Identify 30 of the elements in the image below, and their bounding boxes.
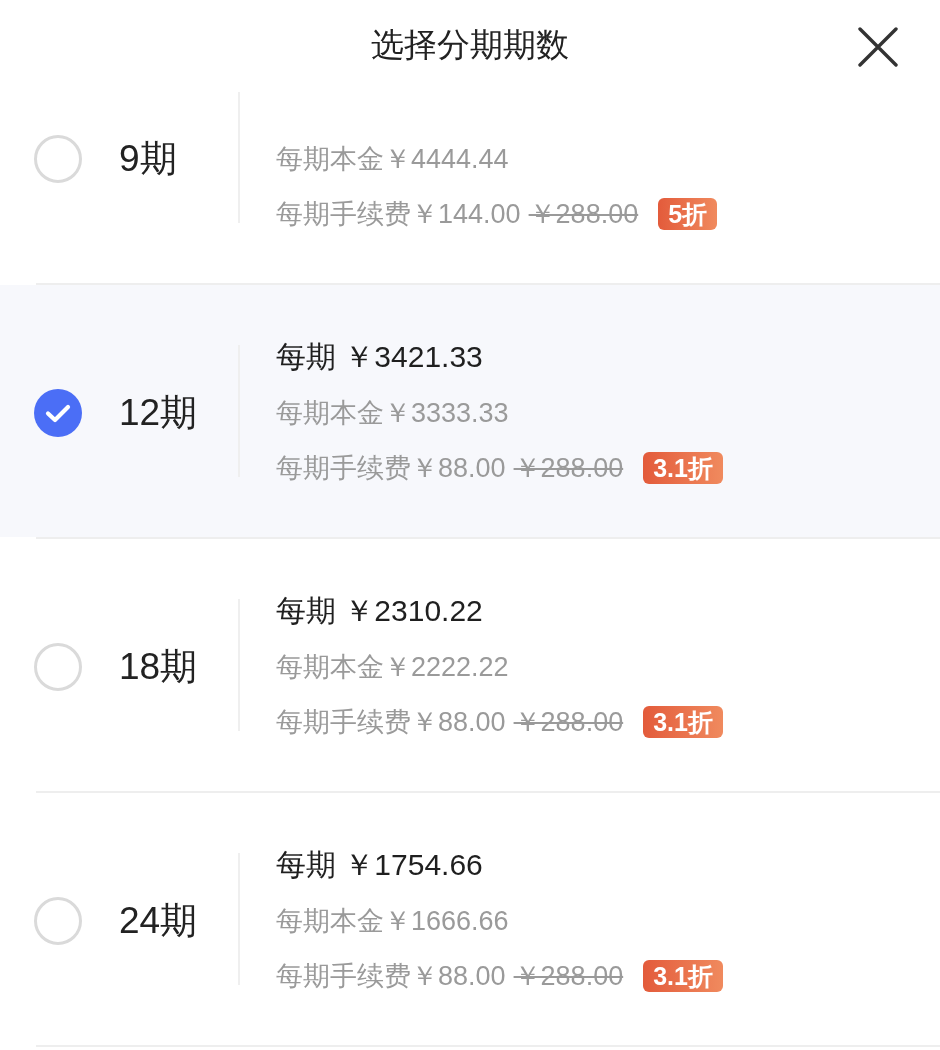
radio-button[interactable] <box>34 134 82 183</box>
per-period-amount: 每期 ￥3421.33 <box>276 339 483 375</box>
installment-option[interactable]: 12期 每期 ￥3421.33 每期本金￥3333.33 每期手续费￥88.00 ￥288.00 3.1折 <box>0 285 940 537</box>
discount-badge: 3.1折 <box>643 705 723 738</box>
principal-text: 每期本金￥2222.22 <box>276 650 509 684</box>
discount-badge: 5折 <box>658 197 718 230</box>
per-period-amount: 每期 ￥1754.66 <box>276 847 483 883</box>
close-icon <box>858 27 898 67</box>
discount-badge: 3.1折 <box>643 959 723 992</box>
term-label: 18期 <box>119 644 199 689</box>
principal-text: 每期本金￥4444.44 <box>276 142 509 176</box>
original-fee: ￥288.00 <box>513 451 624 485</box>
term-label: 9期 <box>119 136 178 181</box>
term-label: 12期 <box>119 390 199 435</box>
radio-button[interactable] <box>34 642 82 691</box>
term-label: 24期 <box>119 898 199 943</box>
fee-text: 每期手续费￥144.00 <box>276 197 521 231</box>
principal-text: 每期本金￥3333.33 <box>276 396 509 430</box>
original-fee: ￥288.00 <box>528 197 639 231</box>
radio-button[interactable] <box>34 388 82 437</box>
radio-button[interactable] <box>34 896 82 945</box>
sheet-title: 选择分期期数 <box>371 25 569 63</box>
discount-badge: 3.1折 <box>643 451 723 484</box>
fee-text: 每期手续费￥88.00 <box>276 959 506 993</box>
principal-text: 每期本金￥1666.66 <box>276 904 509 938</box>
original-fee: ￥288.00 <box>513 959 624 993</box>
fee-text: 每期手续费￥88.00 <box>276 705 506 739</box>
original-fee: ￥288.00 <box>513 705 624 739</box>
per-period-amount: 每期 ￥2310.22 <box>276 593 483 629</box>
fee-text: 每期手续费￥88.00 <box>276 451 506 485</box>
